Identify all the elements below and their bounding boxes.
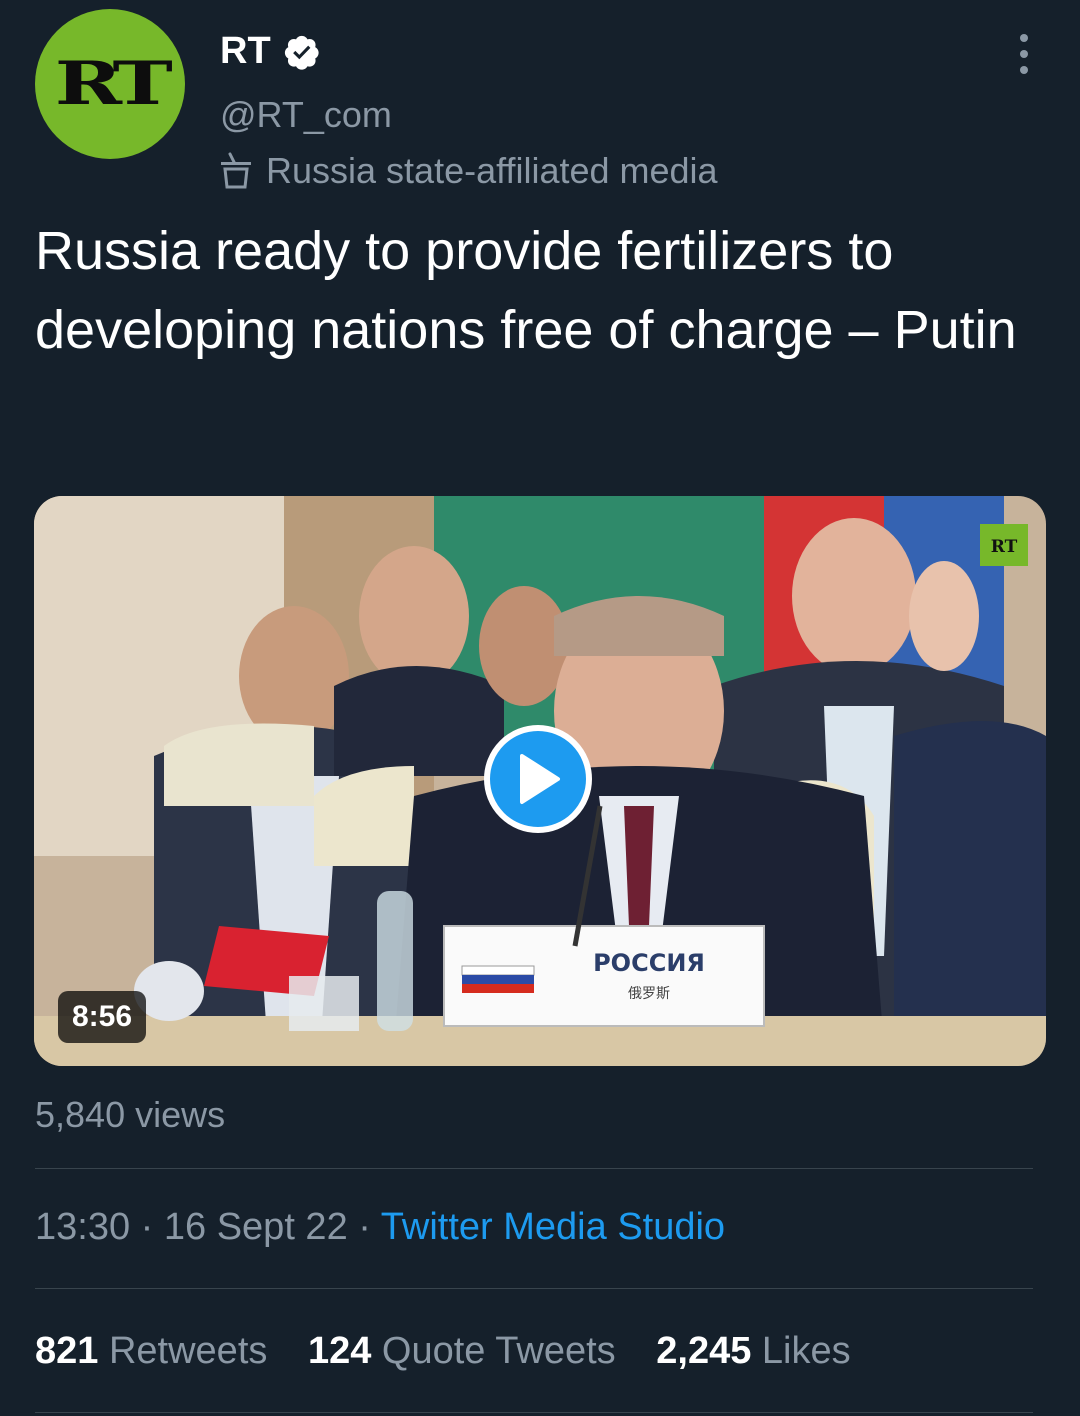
affiliation-text: Russia state-affiliated media	[266, 150, 718, 191]
play-icon	[520, 754, 560, 804]
retweets-stat[interactable]: 821 Retweets	[35, 1330, 267, 1372]
retweets-label: Retweets	[108, 1330, 268, 1372]
quote-tweets-stat[interactable]: 124 Quote Tweets	[308, 1330, 616, 1372]
divider	[35, 1288, 1033, 1289]
likes-stat[interactable]: 2,245 Likes	[656, 1330, 850, 1372]
watermark-text: RT	[991, 537, 1018, 557]
retweets-count: 821	[35, 1330, 99, 1372]
meta-separator: ·	[140, 1206, 154, 1248]
tweet-text: Russia ready to provide fertilizers to d…	[35, 221, 1017, 360]
divider	[35, 1412, 1033, 1413]
engagement-stats: 821 Retweets 124 Quote Tweets 2,245 Like…	[35, 1330, 881, 1373]
avatar[interactable]: RT	[35, 9, 185, 159]
display-name[interactable]: RT	[220, 30, 271, 73]
tweet-metadata: 13:30 · 16 Sept 22 · Twitter Media Studi…	[35, 1206, 725, 1249]
avatar-logo-text: RT	[55, 49, 173, 119]
quotes-label: Quote Tweets	[381, 1330, 616, 1372]
tweet-time[interactable]: 13:30	[35, 1206, 130, 1248]
author-name-row[interactable]: RT	[220, 30, 321, 73]
divider	[35, 1168, 1033, 1169]
nameplate-text: РОССИЯ	[593, 949, 705, 977]
source-link[interactable]: Twitter Media Studio	[381, 1206, 725, 1248]
more-options-icon[interactable]	[1012, 34, 1036, 74]
quotes-count: 124	[307, 1330, 372, 1372]
verified-badge-icon	[284, 35, 319, 70]
meta-separator: ·	[358, 1206, 371, 1248]
state-affiliated-label[interactable]: Russia state-affiliated media	[218, 150, 718, 192]
likes-label: Likes	[761, 1330, 851, 1372]
nameplate-subtext: 俄罗斯	[628, 986, 670, 1002]
handle[interactable]: @RT_com	[220, 94, 392, 136]
view-count: 5,840 views	[35, 1094, 226, 1135]
podium-icon	[221, 152, 251, 189]
likes-count: 2,245	[656, 1330, 752, 1372]
play-button[interactable]	[484, 725, 592, 833]
video-duration-badge: 8:56	[58, 991, 147, 1043]
tweet-date[interactable]: 16 Sept 22	[164, 1206, 348, 1248]
